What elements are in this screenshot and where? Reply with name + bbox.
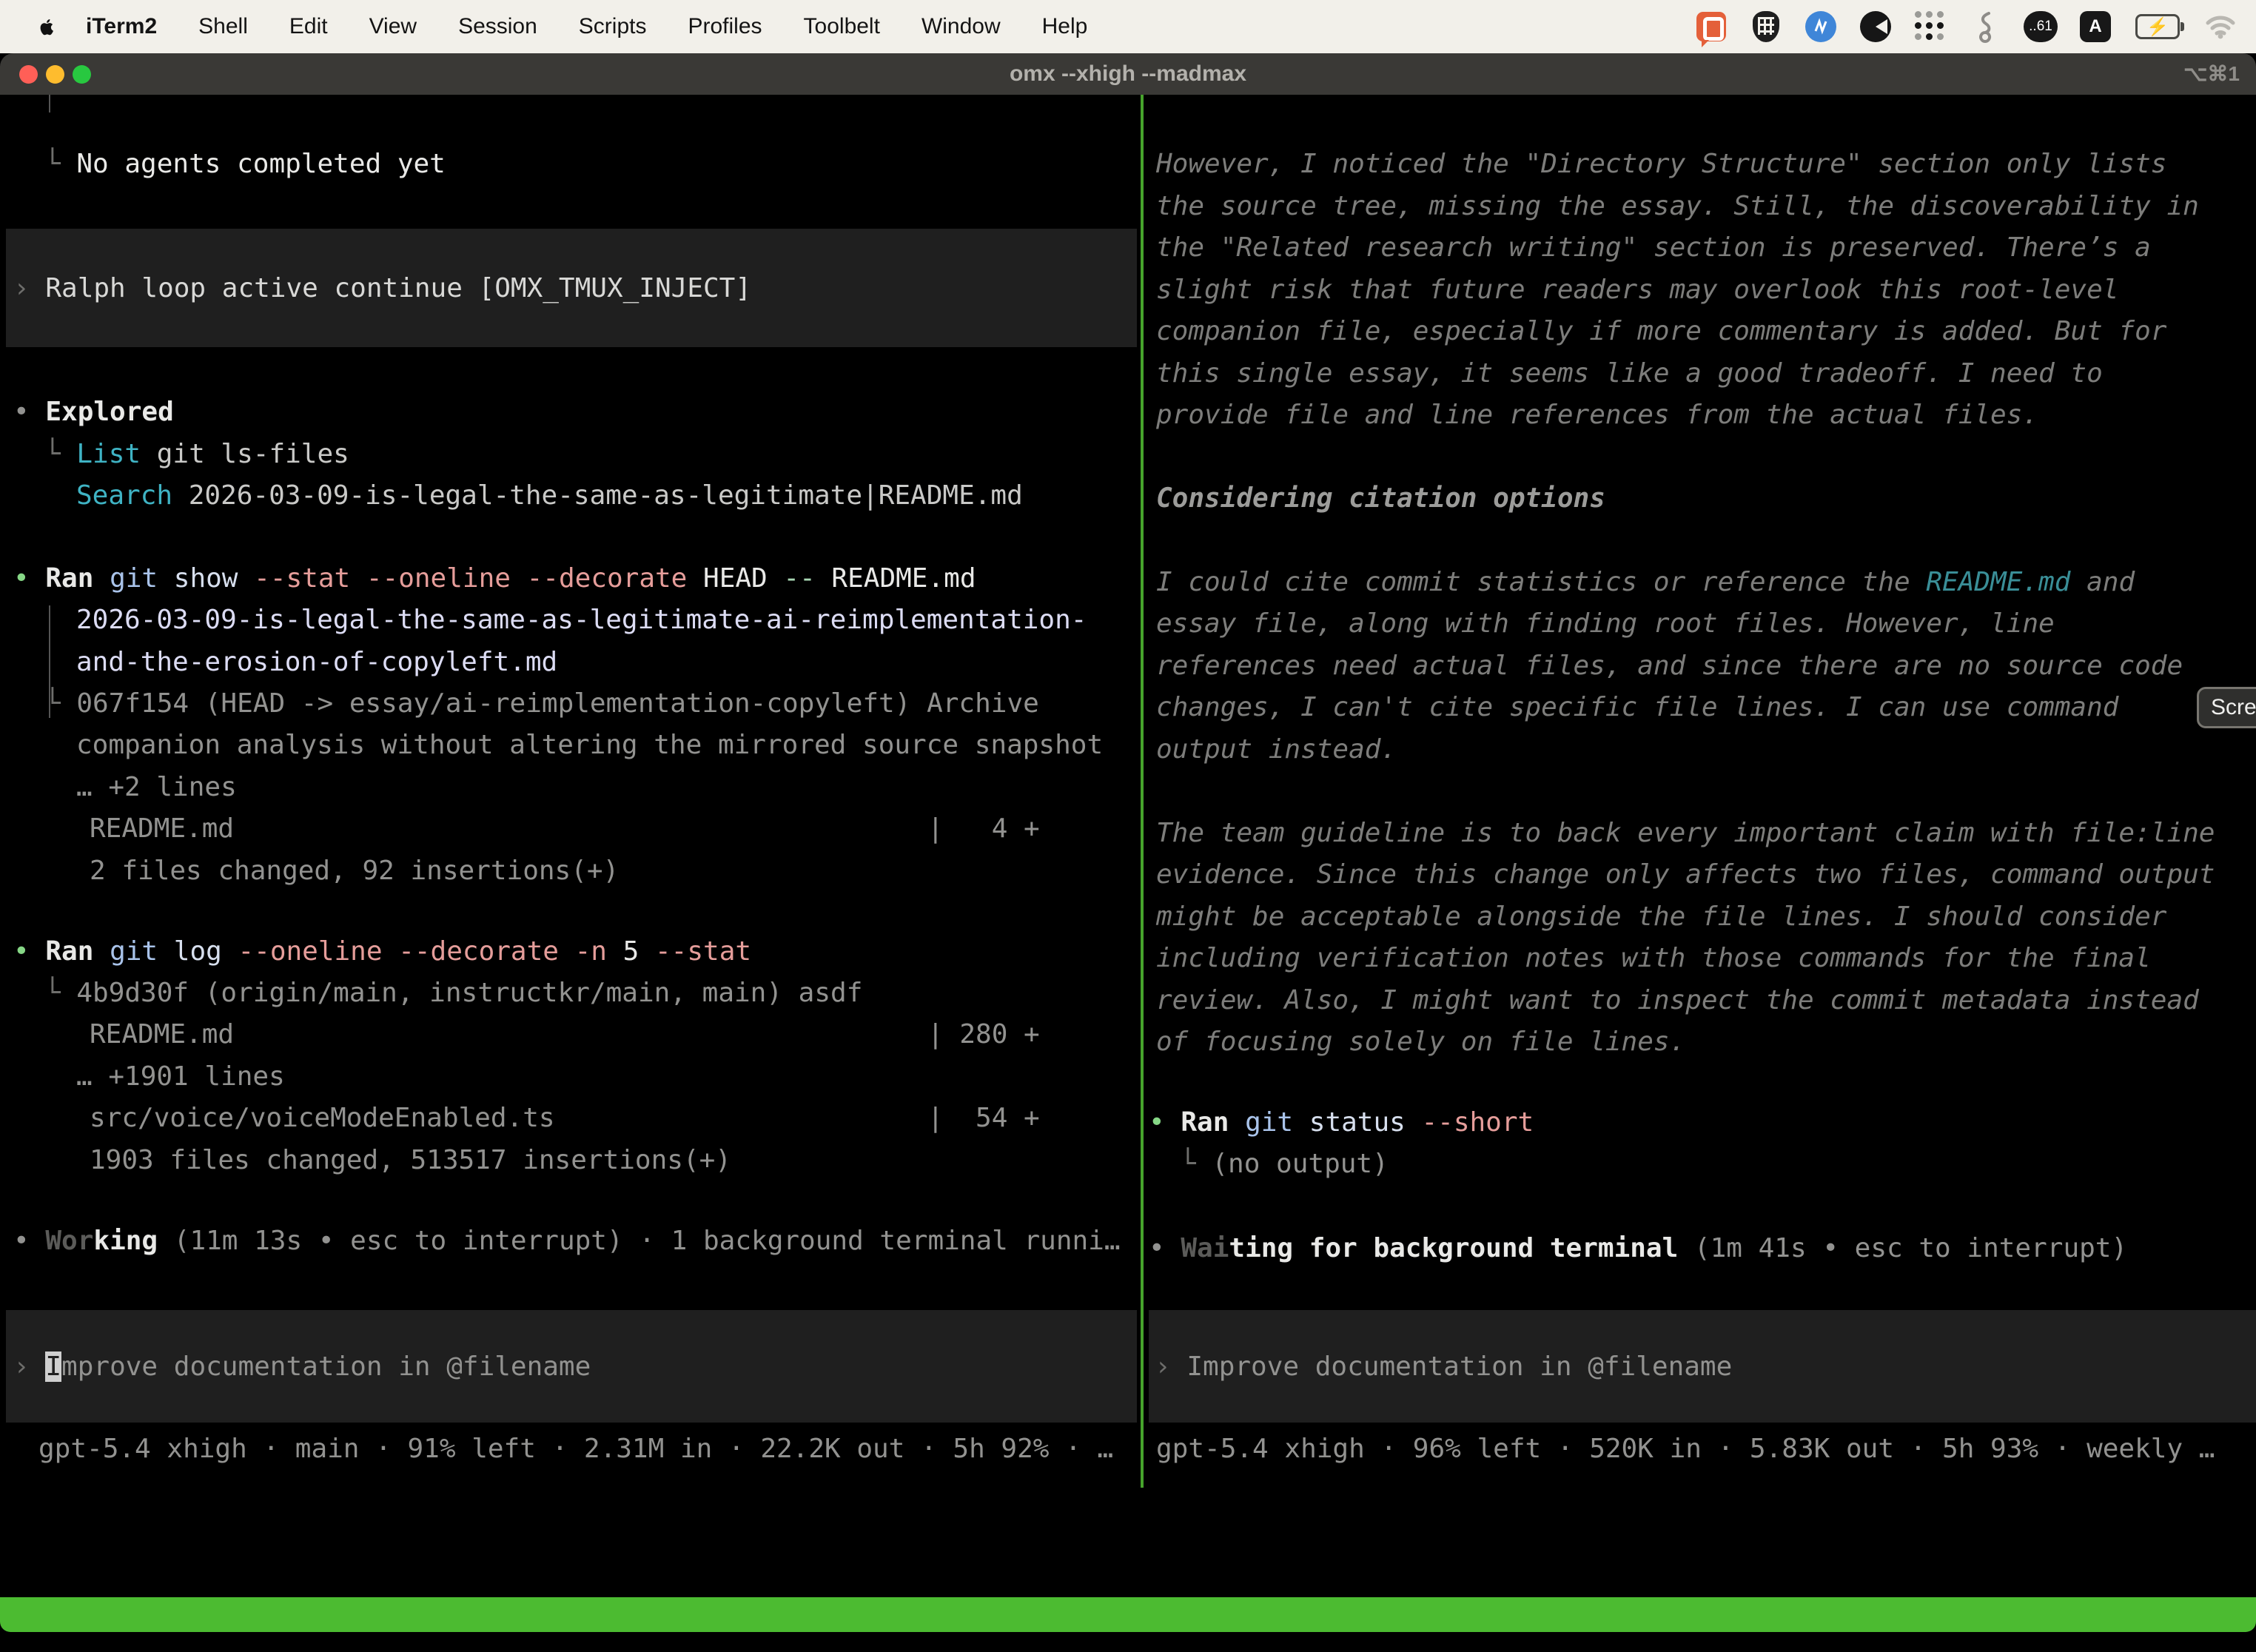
prompt-input-right[interactable]: › Improve documentation in @filename	[1149, 1310, 2256, 1423]
menu-item-window[interactable]: Window	[901, 14, 1021, 39]
menu-item-help[interactable]: Help	[1021, 14, 1109, 39]
thinking-line: companion file, especially if more comme…	[1149, 310, 2256, 352]
ralph-loop-banner: › Ralph loop active continue [OMX_TMUX_I…	[6, 229, 1137, 347]
thinking-line: might be acceptable alongside the file l…	[1149, 896, 2256, 938]
thinking-line: this single essay, it seems like a good …	[1149, 352, 2256, 394]
tree-line	[49, 95, 50, 113]
menu-item-session[interactable]: Session	[437, 14, 558, 39]
thinking-line: review. Also, I might want to inspect th…	[1149, 979, 2256, 1021]
left-terminal-pane[interactable]: └ No agents completed yet › Ralph loop a…	[0, 95, 1141, 1488]
thinking-line: output instead.	[1149, 728, 2256, 770]
thinking-line: essay file, along with finding root file…	[1149, 602, 2256, 645]
explored-header-line: • Explored	[0, 391, 1141, 433]
thinking-line: The team guideline is to back every impo…	[1149, 812, 2256, 854]
play-circle-icon[interactable]	[1859, 10, 1892, 43]
battery-icon[interactable]: ⚡	[2133, 10, 2182, 43]
shield-grid-icon[interactable]	[1750, 10, 1782, 43]
command-output-line: └ 4b9d30f (origin/main, instructkr/main,…	[0, 972, 1141, 1014]
command-arg-wrap-line: and-the-erosion-of-copyleft.md	[0, 641, 1141, 683]
thinking-line: the source tree, missing the essay. Stil…	[1149, 185, 2256, 227]
thinking-line: slight risk that future readers may over…	[1149, 269, 2256, 311]
thinking-heading: Considering citation options	[1149, 477, 2256, 520]
diffstat-line: src/voice/voiceModeEnabled.ts| 54 +	[0, 1097, 1141, 1139]
diffstat-summary-line: 2 files changed, 92 insertions(+)	[0, 850, 1141, 892]
command-output-line: └ 067f154 (HEAD -> essay/ai-reimplementa…	[0, 682, 1141, 725]
omx-status-line: [OMX#0.11.9] cczip/essay/ai-reimplementa…	[6, 1511, 2256, 1554]
working-status-line: • Working (11m 13s • esc to interrupt) ·…	[0, 1220, 1141, 1262]
thinking-line: However, I noticed the "Directory Struct…	[1149, 143, 2256, 185]
keyboard-layout-icon[interactable]: A	[2080, 11, 2111, 42]
macos-menu-bar: iTerm2 Shell Edit View Session Scripts P…	[0, 0, 2256, 53]
session-status-right: gpt-5.4 xhigh · 96% left · 520K in · 5.8…	[1149, 1428, 2256, 1470]
thinking-line: including verification notes with those …	[1149, 937, 2256, 979]
prompt-input-left[interactable]: › Improve documentation in @filename	[6, 1310, 1137, 1423]
thinking-line: evidence. Since this change only affects…	[1149, 853, 2256, 896]
screen-share-popup[interactable]: Scre	[2197, 687, 2256, 728]
screen: iTerm2 Shell Edit View Session Scripts P…	[0, 0, 2256, 1652]
window-shortcut-hint: ⌥⌘1	[2183, 53, 2240, 95]
thinking-line: provide file and line references from th…	[1149, 394, 2256, 436]
window-title-bar[interactable]: omx --xhigh --madmax ⌥⌘1	[0, 53, 2256, 95]
menu-item-shell[interactable]: Shell	[178, 14, 269, 39]
diffstat-line: README.md| 4 +	[0, 807, 1141, 850]
iterm-window: omx --xhigh --madmax ⌥⌘1 └ No agents com…	[0, 53, 2256, 1632]
waiting-status-line: • Waiting for background terminal (1m 41…	[1149, 1227, 2256, 1269]
ran-git-status-line: • Ran git status --short	[1149, 1101, 2256, 1144]
chat-bubble-icon[interactable]	[1695, 10, 1728, 43]
thinking-line: of focusing solely on file lines.	[1149, 1021, 2256, 1063]
command-output-line: companion analysis without altering the …	[0, 724, 1141, 766]
window-title: omx --xhigh --madmax	[0, 53, 2256, 95]
menu-item-toolbelt[interactable]: Toolbelt	[783, 14, 901, 39]
right-terminal-pane[interactable]: However, I noticed the "Directory Struct…	[1149, 95, 2256, 1488]
menu-item-profiles[interactable]: Profiles	[667, 14, 782, 39]
tmux-status-bar: [omx-cczip0:bash* "MacBook-Pro-44.local"…	[0, 1597, 2256, 1632]
command-output-line: └ (no output)	[1149, 1143, 2256, 1185]
output-truncation-line: … +1901 lines	[0, 1055, 1141, 1098]
pane-divider[interactable]	[1141, 95, 1144, 1488]
menu-item-scripts[interactable]: Scripts	[558, 14, 668, 39]
command-arg-wrap-line: 2026-03-09-is-legal-the-same-as-legitima…	[0, 599, 1141, 641]
badge-61-icon[interactable]: ..61	[2024, 11, 2058, 42]
hook-icon[interactable]	[1969, 10, 2001, 43]
diffstat-summary-line: 1903 files changed, 513517 insertions(+)	[0, 1139, 1141, 1181]
ran-git-log-line: • Ran git log --oneline --decorate -n 5 …	[0, 930, 1141, 973]
menu-item-edit[interactable]: Edit	[269, 14, 349, 39]
menu-item-view[interactable]: View	[349, 14, 437, 39]
explored-list-line: └ List git ls-files	[0, 433, 1141, 475]
dots-grid-icon[interactable]	[1914, 10, 1947, 43]
readme-file-link: README.md	[1926, 567, 2070, 597]
thinking-line: references need actual files, and since …	[1149, 645, 2256, 687]
explored-search-line: Search 2026-03-09-is-legal-the-same-as-l…	[0, 474, 1141, 517]
thinking-line: changes, I can't cite specific file line…	[1149, 686, 2256, 728]
thinking-line: I could cite commit statistics or refere…	[1149, 561, 2256, 603]
thinking-line: the "Related research writing" section i…	[1149, 226, 2256, 269]
ran-git-show-line: • Ran git show --stat --oneline --decora…	[0, 557, 1141, 600]
text-cursor: I	[45, 1352, 61, 1382]
output-truncation-line: … +2 lines	[0, 766, 1141, 808]
diffstat-line: README.md| 280 +	[0, 1013, 1141, 1055]
blue-badge-icon[interactable]	[1805, 10, 1837, 43]
menu-item-iterm2[interactable]: iTerm2	[65, 14, 178, 39]
wifi-icon[interactable]	[2204, 10, 2237, 43]
session-status-left: gpt-5.4 xhigh · main · 91% left · 2.31M …	[0, 1428, 1141, 1470]
agents-note-line: └ No agents completed yet	[0, 143, 1141, 185]
apple-menu-icon[interactable]	[36, 14, 58, 39]
menu-bar-status-area: ..61 A ⚡	[1695, 10, 2237, 43]
